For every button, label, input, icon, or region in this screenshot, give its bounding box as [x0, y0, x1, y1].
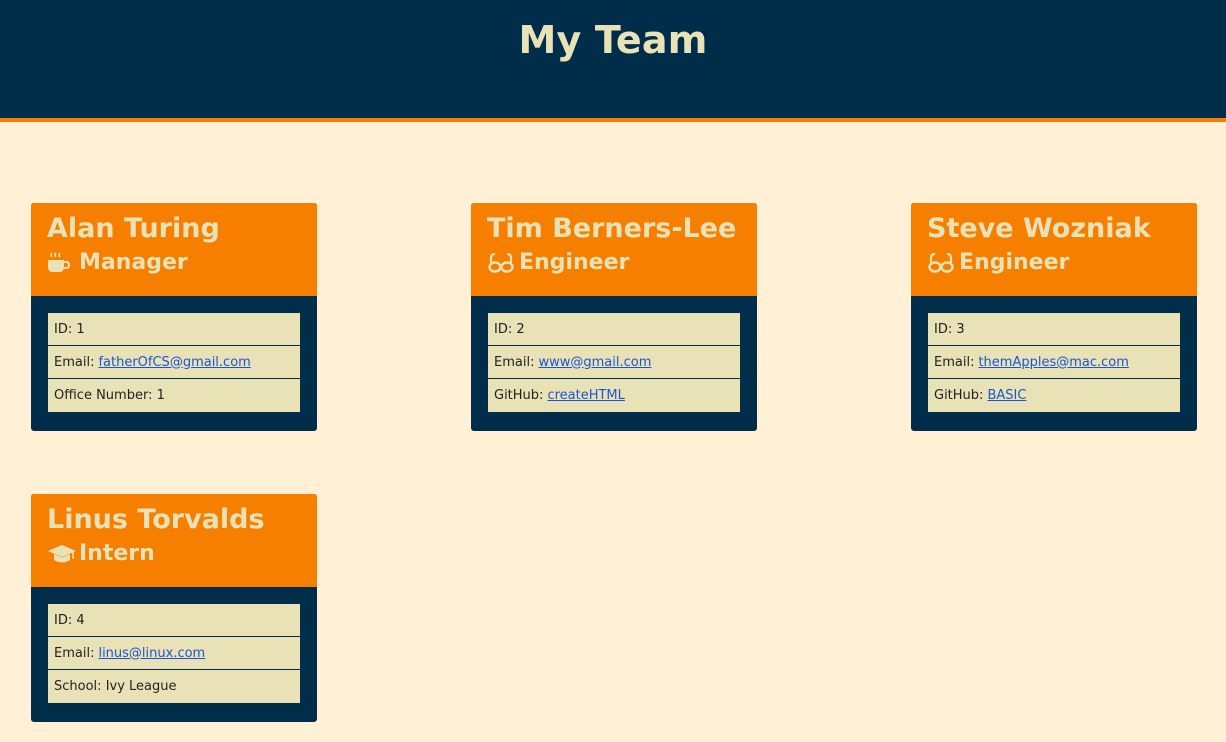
- employee-card-engineer: Steve Wozniak Engineer ID: 3 Email: themA…: [911, 203, 1197, 431]
- github-row: GitHub: createHTML: [488, 379, 740, 412]
- email-row: Email: fatherOfCS@gmail.com: [48, 346, 300, 379]
- id-label: ID:: [54, 612, 73, 628]
- role-label: Intern: [79, 541, 155, 566]
- office-number-value: 1: [156, 388, 165, 403]
- id-value: 4: [76, 612, 85, 628]
- email-link[interactable]: fatherOfCS@gmail.com: [98, 355, 250, 370]
- employee-name: Alan Turing: [47, 213, 220, 244]
- email-label: Email:: [54, 354, 95, 370]
- id-value: 1: [76, 321, 85, 337]
- card-header: Tim Berners-Lee Engineer: [471, 203, 757, 296]
- employee-name: Linus Torvalds: [47, 504, 265, 535]
- employee-role: Engineer: [487, 250, 741, 276]
- email-label: Email:: [54, 645, 95, 661]
- card-header: Linus Torvalds Intern: [31, 494, 317, 587]
- school-value: Ivy League: [105, 679, 177, 694]
- employee-card-intern: Linus Torvalds Intern ID: 4 Email: linus@…: [31, 494, 317, 722]
- id-label: ID:: [494, 321, 513, 337]
- page-title: My Team: [518, 18, 708, 62]
- id-label: ID:: [54, 321, 73, 337]
- email-row: Email: themApples@mac.com: [928, 346, 1180, 379]
- email-label: Email:: [934, 354, 975, 370]
- coffee-icon: [47, 250, 77, 276]
- role-label: Engineer: [959, 250, 1070, 275]
- card-header: Alan Turing Manager: [31, 203, 317, 296]
- id-value: 3: [956, 321, 965, 337]
- github-link[interactable]: BASIC: [987, 388, 1026, 403]
- graduation-cap-icon: [47, 541, 77, 567]
- role-label: Engineer: [519, 250, 630, 275]
- id-row: ID: 2: [488, 313, 740, 346]
- email-label: Email:: [494, 354, 535, 370]
- employee-name: Steve Wozniak: [927, 213, 1151, 244]
- card-details: ID: 4 Email: linus@linux.com School: Ivy …: [31, 587, 317, 703]
- employee-role: Engineer: [927, 250, 1181, 276]
- school-label: School:: [54, 679, 102, 694]
- glasses-icon: [487, 250, 517, 276]
- email-link[interactable]: linus@linux.com: [98, 646, 205, 661]
- employee-card-engineer: Tim Berners-Lee Engineer ID: 2 Email: www…: [471, 203, 757, 431]
- employee-role: Intern: [47, 541, 301, 567]
- id-row: ID: 4: [48, 604, 300, 637]
- office-number-row: Office Number: 1: [48, 379, 300, 412]
- employee-name: Tim Berners-Lee: [487, 213, 737, 244]
- school-row: School: Ivy League: [48, 670, 300, 703]
- email-link[interactable]: themApples@mac.com: [978, 355, 1128, 370]
- office-number-label: Office Number:: [54, 388, 153, 403]
- id-row: ID: 1: [48, 313, 300, 346]
- card-details: ID: 3 Email: themApples@mac.com GitHub: BA…: [911, 296, 1197, 412]
- github-label: GitHub:: [494, 388, 544, 403]
- github-row: GitHub: BASIC: [928, 379, 1180, 412]
- glasses-icon: [927, 250, 957, 276]
- id-value: 2: [516, 321, 525, 337]
- github-label: GitHub:: [934, 388, 984, 403]
- email-link[interactable]: www@gmail.com: [538, 355, 651, 370]
- id-row: ID: 3: [928, 313, 1180, 346]
- github-link[interactable]: createHTML: [547, 388, 624, 403]
- email-row: Email: linus@linux.com: [48, 637, 300, 670]
- employee-card-manager: Alan Turing Manager ID: 1 Email: fatherOf…: [31, 203, 317, 431]
- card-details: ID: 1 Email: fatherOfCS@gmail.com Office …: [31, 296, 317, 412]
- id-label: ID:: [934, 321, 953, 337]
- email-row: Email: www@gmail.com: [488, 346, 740, 379]
- employee-role: Manager: [47, 250, 301, 276]
- role-label: Manager: [79, 250, 188, 275]
- card-header: Steve Wozniak Engineer: [911, 203, 1197, 296]
- card-details: ID: 2 Email: www@gmail.com GitHub: createH…: [471, 296, 757, 412]
- page-header: My Team: [0, 0, 1226, 122]
